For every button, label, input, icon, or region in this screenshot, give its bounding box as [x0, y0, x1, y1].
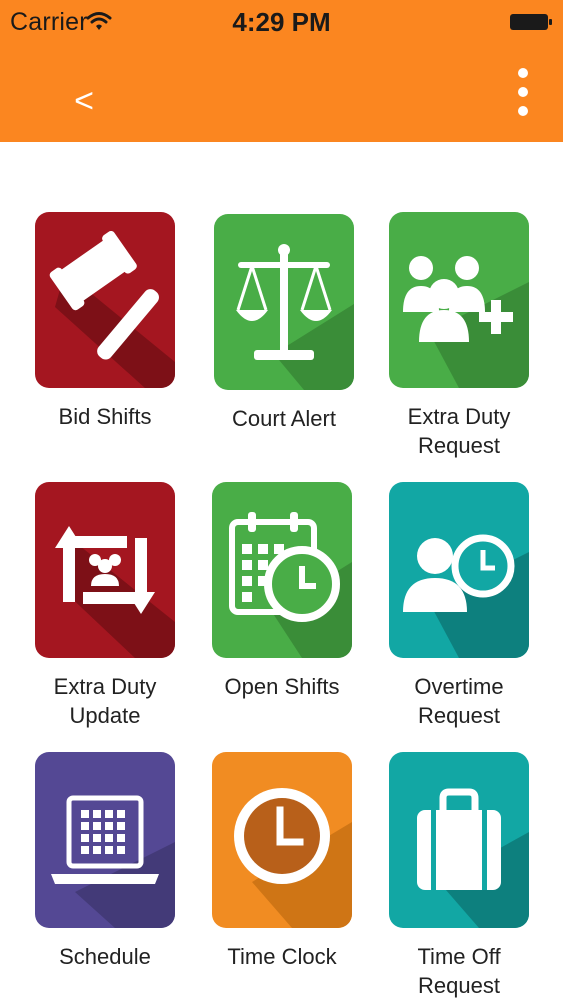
- gavel-icon: [35, 212, 175, 388]
- tile-overtime-request[interactable]: Overtime Request: [374, 482, 544, 732]
- group-add-icon: [389, 212, 529, 388]
- tile-label: Schedule: [59, 944, 151, 969]
- tile-label: Extra Duty Update: [53, 674, 157, 728]
- scales-icon: [214, 214, 354, 390]
- vertical-ellipsis-icon: [518, 68, 528, 78]
- clock-icon: [212, 752, 352, 928]
- ellipsis-dot: [518, 106, 528, 116]
- status-bar: Carrier 4:29 PM: [0, 0, 563, 44]
- ellipsis-dot: [518, 87, 528, 97]
- status-time: 4:29 PM: [232, 7, 331, 37]
- battery-icon: [509, 12, 553, 37]
- tile-schedule[interactable]: Schedule: [20, 752, 190, 1002]
- back-button[interactable]: <: [64, 78, 104, 124]
- swap-group-icon: [35, 482, 175, 658]
- tile-open-shifts[interactable]: Open Shifts: [197, 482, 367, 732]
- tile-time-off-request[interactable]: Time Off Request: [374, 752, 544, 1002]
- tile-label: Open Shifts: [224, 674, 340, 699]
- tile-label: Time Off Request: [417, 944, 501, 998]
- tile-label: Extra Duty Request: [407, 404, 511, 458]
- person-clock-icon: [389, 482, 529, 658]
- chevron-left-icon: <: [74, 82, 94, 120]
- tile-extra-duty-update[interactable]: Extra Duty Update: [20, 482, 190, 732]
- laptop-calendar-icon: [35, 752, 175, 928]
- more-options-button[interactable]: [506, 64, 540, 120]
- calendar-clock-icon: [212, 482, 352, 658]
- tile-label: Court Alert: [232, 406, 336, 431]
- tile-court-alert[interactable]: Court Alert: [199, 214, 369, 464]
- tile-bid-shifts[interactable]: Bid Shifts: [20, 212, 190, 462]
- tile-label: Time Clock: [227, 944, 337, 969]
- suitcase-icon: [389, 752, 529, 928]
- tile-label: Overtime Request: [414, 674, 504, 728]
- app-header: Carrier 4:29 PM <: [0, 0, 563, 142]
- tile-label: Bid Shifts: [58, 404, 152, 429]
- tile-extra-duty-request[interactable]: Extra Duty Request: [374, 212, 544, 462]
- tile-time-clock[interactable]: Time Clock: [197, 752, 367, 1002]
